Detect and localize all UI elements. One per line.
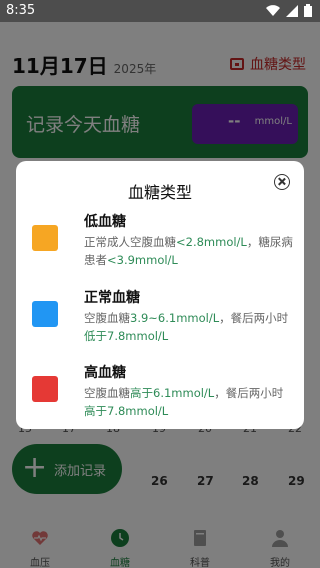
item-name: 低血糖 [84, 214, 126, 230]
item-description: 空腹血糖高于6.1mmol/L，餐后两小时高于7.8mmol/L [84, 384, 294, 420]
item-name: 高血糖 [84, 365, 126, 381]
close-icon[interactable] [274, 174, 290, 190]
battery-icon [304, 4, 312, 17]
desc-value: <3.9mmol/L [107, 253, 178, 267]
status-icons [266, 4, 312, 17]
desc-text: 空腹血糖 [84, 311, 130, 325]
desc-text: ，餐后两小时 [219, 311, 289, 325]
item-name: 正常血糖 [84, 290, 140, 306]
desc-value: 高于7.8mmol/L [84, 404, 169, 418]
cellular-icon [286, 4, 298, 17]
status-time: 8:35 [6, 3, 36, 18]
wifi-icon [266, 4, 280, 16]
desc-value: <2.8mmol/L [176, 235, 247, 249]
high-color-swatch [32, 376, 58, 402]
item-description: 空腹血糖3.9~6.1mmol/L，餐后两小时低于7.8mmol/L [84, 309, 294, 345]
item-description: 正常成人空腹血糖<2.8mmol/L，糖尿病患者<3.9mmol/L [84, 233, 294, 269]
desc-text: ，餐后两小时 [214, 386, 284, 400]
desc-text: 正常成人空腹血糖 [84, 235, 176, 249]
low-color-swatch [32, 225, 58, 251]
normal-color-swatch [32, 301, 58, 327]
desc-value: 低于7.8mmol/L [84, 329, 169, 343]
desc-value: 3.9~6.1mmol/L [130, 311, 220, 325]
dialog-title: 血糖类型 [127, 183, 192, 202]
desc-text: 空腹血糖 [84, 386, 130, 400]
desc-value: 高于6.1mmol/L [130, 386, 215, 400]
status-bar: 8:35 [0, 0, 320, 22]
blood-sugar-type-dialog: 血糖类型 低血糖 正常成人空腹血糖<2.8mmol/L，糖尿病患者<3.9mmo… [16, 161, 304, 429]
